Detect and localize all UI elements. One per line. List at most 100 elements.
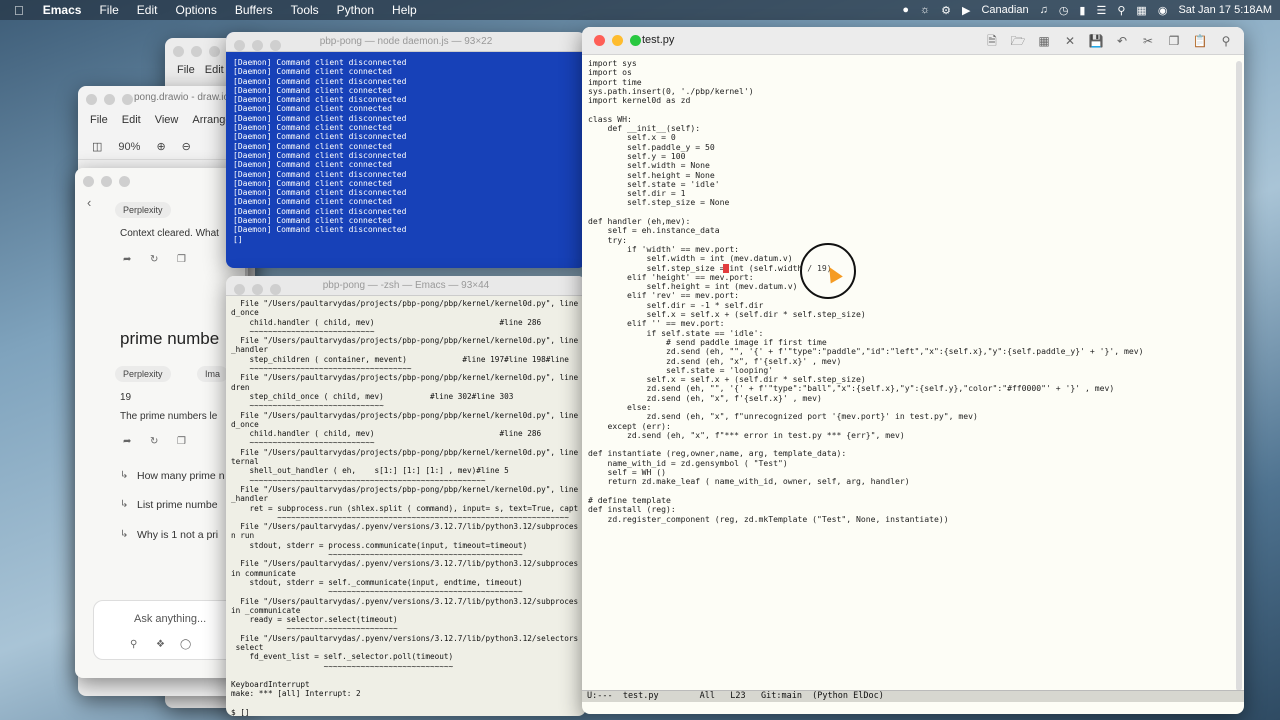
zoom-button[interactable] bbox=[630, 35, 641, 46]
menu-buffers[interactable]: Buffers bbox=[226, 3, 282, 17]
daemon-terminal-window[interactable]: pbp-pong — node daemon.js — 93×22 [Daemo… bbox=[226, 32, 586, 268]
related-question[interactable]: Why is 1 not a pri bbox=[137, 529, 218, 541]
search-icon[interactable]: ⚲ bbox=[1216, 32, 1236, 50]
drawio-menu-edit[interactable]: Edit bbox=[122, 114, 141, 126]
menubar-clock[interactable]: Sat Jan 17 5:18AM bbox=[1178, 4, 1272, 16]
record-icon[interactable]: ● bbox=[902, 4, 909, 16]
play-icon[interactable]: ▶ bbox=[962, 4, 970, 17]
focus-icon[interactable]: ❖ bbox=[156, 639, 165, 650]
menu-app-name[interactable]: Emacs bbox=[34, 3, 91, 17]
drawio-menu-view[interactable]: View bbox=[155, 114, 179, 126]
minimize-button[interactable] bbox=[612, 35, 623, 46]
zoom-button[interactable] bbox=[119, 176, 130, 187]
perplexity-window[interactable]: ‹ Perplexity Context cleared. What ➦ ↻ ❐… bbox=[75, 168, 245, 678]
menu-edit[interactable]: Edit bbox=[128, 3, 167, 17]
zoom-button[interactable] bbox=[270, 40, 281, 51]
menu-file[interactable]: File bbox=[90, 3, 127, 17]
related-question[interactable]: List prime numbe bbox=[137, 499, 218, 511]
emacs-scrollbar[interactable] bbox=[1236, 61, 1242, 691]
rewrite-icon[interactable]: ↻ bbox=[150, 436, 158, 447]
menu-tools[interactable]: Tools bbox=[282, 3, 328, 17]
zoom-out-icon[interactable]: ⊖ bbox=[182, 140, 191, 153]
new-file-icon[interactable]: 🗎 bbox=[982, 32, 1002, 50]
control-center-icon[interactable]: ▦ bbox=[1136, 4, 1146, 17]
ask-input[interactable]: Ask anything... bbox=[134, 613, 206, 625]
minimize-button[interactable] bbox=[104, 94, 115, 105]
share-icon[interactable]: ➦ bbox=[123, 436, 131, 447]
close-button[interactable] bbox=[173, 46, 184, 57]
daemon-log-line: [Daemon] Command client connected bbox=[233, 67, 392, 77]
daemon-output: [Daemon] Command client disconnected [Dae… bbox=[233, 58, 406, 244]
related-arrow-icon: ↳ bbox=[120, 470, 129, 481]
apple-menu-icon[interactable]:  bbox=[0, 3, 34, 18]
close-button[interactable] bbox=[234, 40, 245, 51]
clock-icon[interactable]: ◷ bbox=[1059, 4, 1069, 17]
window-controls bbox=[173, 46, 220, 57]
undo-icon[interactable]: ↶ bbox=[1112, 32, 1132, 50]
zsh-terminal-window[interactable]: pbp-pong — -zsh — Emacs — 93×44 File "/U… bbox=[226, 276, 586, 716]
search-icon[interactable]: ⚲ bbox=[1117, 4, 1125, 17]
daemon-log-line: [Daemon] Command client connected bbox=[233, 178, 392, 188]
back-editor-edit[interactable]: Edit bbox=[205, 64, 224, 76]
minimize-button[interactable] bbox=[101, 176, 112, 187]
copy-icon[interactable]: ❐ bbox=[177, 436, 186, 447]
copy-icon[interactable]: ❐ bbox=[1164, 32, 1184, 50]
game-icon[interactable]: ⚙ bbox=[941, 4, 951, 17]
emacs-titlebar: test.py 🗎 🗁 ▦ ✕ 💾 ↶ ✂ ❐ 📋 ⚲ bbox=[582, 27, 1244, 55]
related-question[interactable]: How many prime n bbox=[137, 470, 225, 482]
daemon-log-line: [Daemon] Command client disconnected bbox=[233, 132, 407, 142]
images-tab[interactable]: Ima bbox=[197, 366, 229, 382]
minimize-button[interactable] bbox=[252, 40, 263, 51]
zoom-button[interactable] bbox=[270, 284, 281, 295]
minimize-button[interactable] bbox=[191, 46, 202, 57]
zoom-button[interactable] bbox=[122, 94, 133, 105]
paste-icon[interactable]: 📋 bbox=[1190, 32, 1210, 50]
rewrite-icon[interactable]: ↻ bbox=[150, 254, 158, 265]
zsh-title: pbp-pong — -zsh — Emacs — 93×44 bbox=[322, 280, 490, 291]
close-button[interactable] bbox=[234, 284, 245, 295]
headphones-icon[interactable]: ♫ bbox=[1040, 4, 1048, 16]
back-arrow-icon[interactable]: ‹ bbox=[87, 195, 91, 210]
daemon-log-line: [Daemon] Command client disconnected bbox=[233, 58, 407, 67]
daemon-log-line: [Daemon] Command client connected bbox=[233, 216, 392, 226]
drawio-menu-file[interactable]: File bbox=[90, 114, 108, 126]
open-folder-icon[interactable]: 🗁 bbox=[1008, 32, 1028, 50]
back-editor-file[interactable]: File bbox=[177, 64, 195, 76]
related-arrow-icon: ↳ bbox=[120, 529, 129, 540]
cut-icon[interactable]: ✂ bbox=[1138, 32, 1158, 50]
zoom-button[interactable] bbox=[209, 46, 220, 57]
perplexity-badge[interactable]: Perplexity bbox=[115, 202, 171, 218]
close-button[interactable] bbox=[86, 94, 97, 105]
window-controls bbox=[594, 35, 641, 46]
perplexity-tab[interactable]: Perplexity bbox=[115, 366, 171, 382]
menu-bar:  Emacs File Edit Options Buffers Tools … bbox=[0, 0, 1280, 20]
menu-python[interactable]: Python bbox=[328, 3, 383, 17]
save-icon[interactable]: 💾 bbox=[1086, 32, 1106, 50]
siri-icon[interactable]: ◉ bbox=[1158, 4, 1168, 17]
emacs-window[interactable]: test.py 🗎 🗁 ▦ ✕ 💾 ↶ ✂ ❐ 📋 ⚲ import sys i… bbox=[582, 27, 1244, 714]
minimize-button[interactable] bbox=[252, 284, 263, 295]
close-button[interactable] bbox=[594, 35, 605, 46]
lightbulb-icon[interactable]: ◯ bbox=[180, 639, 191, 650]
window-controls bbox=[234, 284, 281, 295]
share-icon[interactable]: ➦ bbox=[123, 254, 131, 265]
zoom-in-icon[interactable]: ⊕ bbox=[156, 140, 165, 153]
wifi-icon[interactable]: ☰ bbox=[1096, 4, 1106, 17]
menu-options[interactable]: Options bbox=[166, 3, 225, 17]
brightness-icon[interactable]: ☼ bbox=[920, 4, 930, 16]
battery-icon[interactable]: ▮ bbox=[1079, 4, 1085, 17]
close-buffer-icon[interactable]: ✕ bbox=[1060, 32, 1080, 50]
close-button[interactable] bbox=[83, 176, 94, 187]
context-cleared-text: Context cleared. What bbox=[120, 228, 219, 239]
ask-box[interactable]: Ask anything... ⚲ ❖ ◯ bbox=[93, 600, 243, 660]
search-mode-icon[interactable]: ⚲ bbox=[130, 639, 137, 650]
traceback-output: File "/Users/paultarvydas/projects/pbp-p… bbox=[231, 299, 579, 716]
zoom-select[interactable]: 90% bbox=[118, 141, 140, 153]
code-buffer[interactable]: import sys import os import time sys.pat… bbox=[588, 58, 1144, 524]
input-source[interactable]: Canadian bbox=[981, 4, 1028, 16]
dired-icon[interactable]: ▦ bbox=[1034, 32, 1054, 50]
menu-help[interactable]: Help bbox=[383, 3, 426, 17]
copy-icon[interactable]: ❐ bbox=[177, 254, 186, 265]
query-heading: prime numbe bbox=[120, 329, 220, 348]
sidebar-toggle-icon[interactable]: ◫ bbox=[92, 140, 102, 153]
